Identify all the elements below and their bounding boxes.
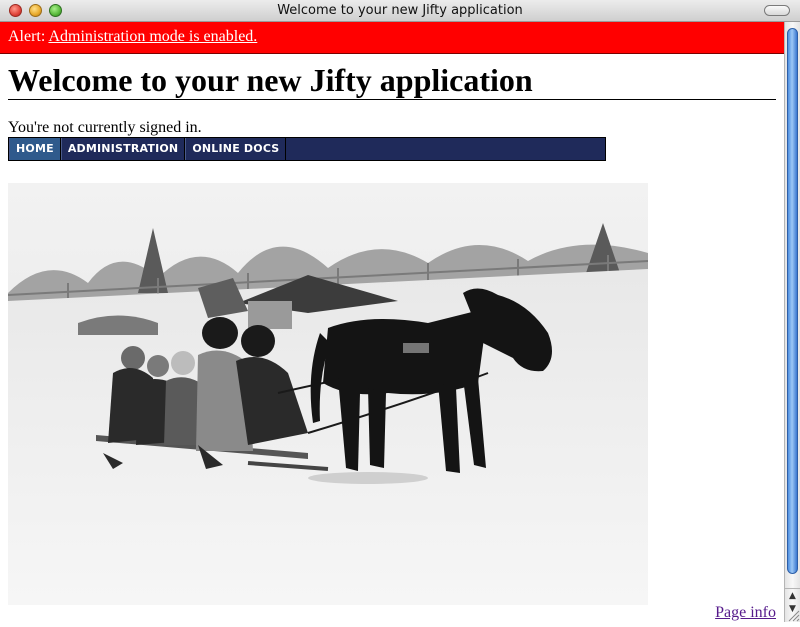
nav-item-home[interactable]: HOME bbox=[9, 138, 61, 160]
admin-alert-bar: Alert: Administration mode is enabled. bbox=[0, 22, 784, 54]
scroll-up-arrow-icon[interactable]: ▲ bbox=[785, 588, 800, 603]
signin-status: You're not currently signed in. bbox=[8, 119, 202, 136]
page-title: Welcome to your new Jifty application bbox=[8, 62, 776, 100]
nav-item-administration[interactable]: ADMINISTRATION bbox=[60, 138, 186, 160]
page-info-link[interactable]: Page info bbox=[715, 604, 776, 622]
vertical-scrollbar[interactable]: ▲ ▼ bbox=[784, 22, 800, 622]
toolbar-toggle-icon[interactable] bbox=[764, 5, 790, 16]
main-navigation: HOME ADMINISTRATION ONLINE DOCS bbox=[8, 137, 606, 161]
window-titlebar: Welcome to your new Jifty application bbox=[0, 0, 800, 22]
resize-grip-icon[interactable] bbox=[786, 606, 800, 622]
admin-mode-link[interactable]: Administration mode is enabled. bbox=[48, 28, 257, 45]
window-title: Welcome to your new Jifty application bbox=[277, 3, 523, 18]
nav-item-online-docs[interactable]: ONLINE DOCS bbox=[185, 138, 287, 160]
scroll-thumb[interactable] bbox=[787, 28, 798, 574]
alert-prefix: Alert: bbox=[8, 28, 46, 45]
welcome-photo bbox=[8, 183, 648, 605]
